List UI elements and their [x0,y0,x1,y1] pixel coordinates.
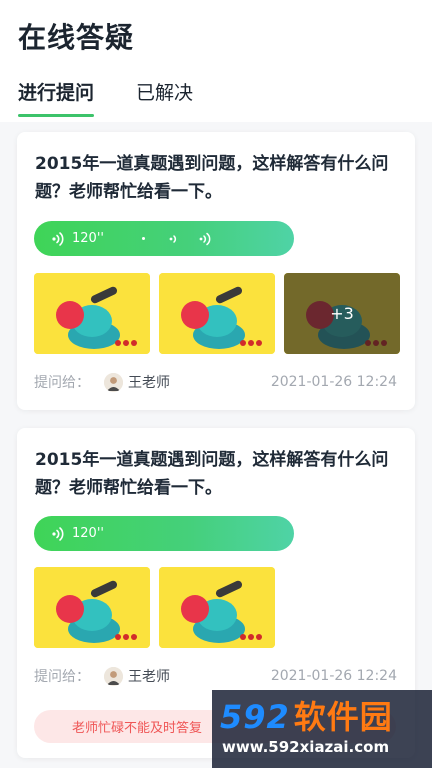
question-text: 2015年一道真题遇到问题，这样解答有什么问题？老师帮忙给看一下。 [35,450,389,498]
watermark-url: www.592xiazai.com [222,738,390,756]
voice-duration: 120'' [72,231,104,246]
asked-to-label: 提问给： [34,375,90,391]
voice-message-player[interactable]: 120'' [34,221,294,256]
site-watermark: 592 软件园 www.592xiazai.com [212,690,432,768]
watermark-logo-digits: 592 [220,698,290,736]
voice-wave-icon [52,526,64,541]
teacher-avatar [104,372,123,392]
teacher-avatar [104,666,123,686]
voice-wave-icon [169,234,177,243]
more-images-count: +3 [330,304,354,323]
attachment-image[interactable] [159,567,275,648]
attachment-image[interactable] [159,273,275,354]
bird-illustration [159,273,275,354]
question-time: 2021-01-26 12:24 [270,668,397,684]
tab-resolved[interactable]: 已解决 [136,78,193,117]
attachment-thumbnails [34,567,284,648]
tab-bar: 进行提问 已解决 [18,78,414,117]
tab-asking[interactable]: 进行提问 [18,78,95,117]
watermark-logo: 592 软件园 [220,692,393,738]
asked-to-label: 提问给： [34,669,90,685]
attachment-image[interactable] [34,273,150,354]
bird-illustration [159,567,275,648]
attachment-thumbnails: +3 [34,273,409,354]
bird-illustration [34,273,150,354]
question-text: 2015年一道真题遇到问题，这样解答有什么问题？老师帮忙给看一下。 [35,154,389,202]
question-card[interactable]: 2015年一道真题遇到问题，这样解答有什么问题？老师帮忙给看一下。 120'' [17,132,415,410]
voice-duration: 120'' [72,526,104,541]
teacher-name: 王老师 [128,669,170,685]
question-meta: 提问给： 王老师 2021-01-26 12:24 [34,664,397,688]
question-time: 2021-01-26 12:24 [270,374,397,390]
question-meta: 提问给： 王老师 2021-01-26 12:24 [34,370,397,394]
page-title: 在线答疑 [18,21,135,54]
attachment-image[interactable] [34,567,150,648]
waveform-dot [141,237,145,240]
attachment-more[interactable]: +3 [284,273,400,354]
more-images-overlay: +3 [284,273,400,354]
watermark-logo-text: 软件园 [293,698,393,736]
voice-wave-icon [52,231,64,246]
voice-message-player[interactable]: 120'' [34,516,294,551]
header: 在线答疑 进行提问 已解决 [0,0,432,122]
voice-wave-icon [199,232,211,245]
teacher-name: 王老师 [128,375,170,391]
bird-illustration [34,567,150,648]
